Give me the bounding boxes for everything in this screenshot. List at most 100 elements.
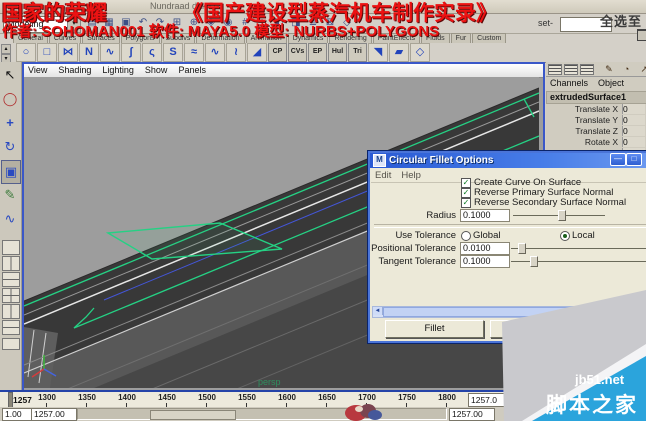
tolerance-local-radio[interactable]	[560, 231, 570, 241]
radius-slider-handle[interactable]	[558, 210, 566, 221]
panel-menu-show[interactable]: Show	[145, 64, 168, 77]
range-slider-handle[interactable]	[150, 410, 236, 420]
attach-curve-icon[interactable]: S	[163, 43, 183, 62]
layout-persp-outliner-button[interactable]	[2, 304, 20, 319]
channel-value[interactable]: 0	[622, 104, 645, 114]
pencil-curve-icon[interactable]: ⋈	[58, 43, 78, 62]
smooth-curve-icon[interactable]: ▰	[389, 43, 409, 62]
dialog-horizontal-scrollbar[interactable]: ◄	[372, 306, 646, 318]
shelf-scroll-up-icon[interactable]: ▴	[1, 44, 11, 54]
tick-label: 1500	[198, 393, 216, 402]
arc-tool-icon[interactable]: ʃ	[121, 43, 141, 62]
fillet-curve-icon[interactable]: ς	[142, 43, 162, 62]
channelbox-menu-object[interactable]: Object	[598, 77, 624, 89]
layout-more-button[interactable]	[2, 338, 20, 350]
panel-menu-lighting[interactable]: Lighting	[102, 64, 134, 77]
channelbox-manip-icon[interactable]: ✎	[605, 64, 613, 75]
positional-tolerance-slider-handle[interactable]	[518, 243, 526, 254]
offset-curve-icon[interactable]: ◢	[247, 43, 267, 62]
dialog-menu-help[interactable]: Help	[401, 169, 421, 182]
panel-menu-view[interactable]: View	[28, 64, 47, 77]
lasso-tool-icon[interactable]: ◯	[1, 88, 19, 110]
tick-label: 1300	[38, 393, 56, 402]
channel-value[interactable]: 0	[622, 137, 645, 147]
channelbox-layout-icon-2[interactable]	[564, 63, 578, 75]
channelbox-links-icon[interactable]: ↗	[640, 64, 646, 75]
channel-row: Translate Z 0	[546, 126, 646, 136]
layout-split-horizontal-button[interactable]	[2, 272, 20, 287]
scrollbar-left-arrow-icon[interactable]: ◄	[373, 307, 383, 315]
reverse-secondary-checkbox[interactable]: ✓	[461, 198, 471, 208]
channel-value[interactable]: 0	[622, 126, 645, 136]
cvs-button[interactable]: CVs	[288, 43, 307, 62]
toolbox: ↖ ◯ + ↻ ▣ ✎ ∿	[0, 62, 22, 390]
tick-label: 1600	[278, 393, 296, 402]
trash-icon[interactable]	[637, 29, 646, 41]
radius-field[interactable]: 0.1000	[460, 209, 510, 222]
tolerance-global-label: Global	[473, 230, 501, 241]
positional-tolerance-slider[interactable]	[511, 248, 646, 249]
channelbox-layout-icon-1[interactable]	[548, 63, 562, 75]
rotate-tool-icon[interactable]: ↻	[1, 136, 19, 158]
extend-curve-icon[interactable]: ≀	[226, 43, 246, 62]
create-curve-checkbox[interactable]: ✓	[461, 178, 471, 188]
dialog-maximize-button[interactable]: □	[626, 153, 642, 166]
tangent-tolerance-slider-handle[interactable]	[530, 256, 538, 267]
shelf-scroll-buttons: ▴ ▾	[1, 44, 11, 64]
ep-button[interactable]: EP	[308, 43, 327, 62]
channelbox-menubar: Channels Object	[546, 77, 646, 89]
tri-button[interactable]: Tri	[348, 43, 367, 62]
scale-tool-icon[interactable]: ▣	[1, 160, 21, 184]
range-slider-groove[interactable]	[77, 408, 447, 420]
channelbox-node-name[interactable]: extrudedSurface1	[546, 91, 646, 104]
tab-fur[interactable]: Fur	[450, 33, 472, 43]
reverse-primary-checkbox[interactable]: ✓	[461, 188, 471, 198]
tick-label: 1700	[358, 393, 376, 402]
insert-knot-icon[interactable]: ∿	[205, 43, 225, 62]
positional-tolerance-field[interactable]: 0.0100	[460, 242, 510, 255]
channelbox-layout-icon-3[interactable]	[580, 63, 594, 75]
scrollbar-thumb[interactable]	[383, 307, 590, 317]
dialog-titlebar[interactable]: M Circular Fillet Options	[370, 153, 646, 168]
cp-button[interactable]: CP	[268, 43, 287, 62]
panel-menu-shading[interactable]: Shading	[58, 64, 91, 77]
channel-row: Rotate X 0	[546, 137, 646, 147]
timeline-sticker-art	[345, 404, 382, 421]
playback-end-field[interactable]: 1257.00	[449, 408, 495, 421]
layout-two-pane-button[interactable]	[2, 256, 20, 271]
tick-label: 1650	[318, 393, 336, 402]
tolerance-global-radio[interactable]	[461, 231, 471, 241]
apply-button-partially-covered[interactable]	[490, 320, 589, 338]
garbled-ui-text: 全选至	[600, 14, 643, 29]
ep-curve-icon[interactable]: N	[79, 43, 99, 62]
fillet-button[interactable]: Fillet	[385, 320, 484, 338]
tangent-tolerance-field[interactable]: 0.1000	[460, 255, 510, 268]
select-tool-icon[interactable]: ↖	[1, 64, 19, 86]
cut-curve-icon[interactable]: ◥	[368, 43, 388, 62]
hull-button[interactable]: Hul	[328, 43, 347, 62]
layout-persp-graph-button[interactable]	[2, 320, 20, 335]
dialog-menu-edit[interactable]: Edit	[375, 169, 391, 182]
dialog-minimize-button[interactable]: —	[610, 153, 626, 166]
current-time-field[interactable]: 1257.0	[468, 393, 514, 407]
square-tool-icon[interactable]: □	[37, 43, 57, 62]
move-tool-icon[interactable]: +	[1, 112, 19, 134]
show-manipulator-tool-icon[interactable]: ∿	[1, 208, 19, 230]
layout-single-pane-button[interactable]	[2, 240, 20, 255]
channel-value[interactable]: 0	[622, 115, 645, 125]
playback-start-field[interactable]: 1257.00	[31, 408, 77, 421]
circle-tool-icon[interactable]: ○	[16, 43, 36, 62]
paint-select-tool-icon[interactable]: ✎	[1, 184, 19, 206]
tick-label: 1400	[118, 393, 136, 402]
layout-four-pane-button[interactable]	[2, 288, 20, 303]
cv-curve-icon[interactable]: ∿	[100, 43, 120, 62]
tab-custom[interactable]: Custom	[472, 33, 507, 43]
detach-curve-icon[interactable]: ≈	[184, 43, 204, 62]
channelbox-menu-channels[interactable]: Channels	[550, 77, 588, 89]
watermark-site-text: jb51.net	[575, 372, 625, 387]
panel-menu-panels[interactable]: Panels	[178, 64, 206, 77]
rebuild-curve-icon[interactable]: ◇	[410, 43, 430, 62]
channelbox-speed-icon[interactable]: ◔	[624, 64, 629, 74]
animation-start-field[interactable]: 1.00	[2, 408, 32, 421]
quick-select-set-label: set-	[538, 18, 554, 28]
